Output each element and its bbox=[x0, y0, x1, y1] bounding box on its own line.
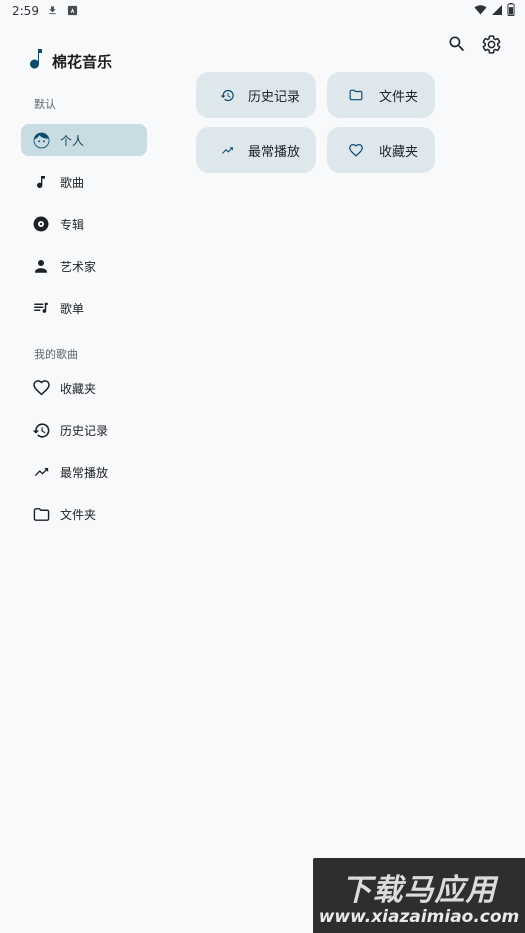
quick-card-label: 收藏夹 bbox=[379, 144, 419, 160]
wifi-icon bbox=[474, 4, 487, 19]
history-icon bbox=[218, 86, 236, 104]
app-title: 棉花音乐 bbox=[52, 52, 113, 71]
status-bar: 2:59 bbox=[0, 0, 525, 22]
quick-card-label: 历史记录 bbox=[248, 89, 301, 105]
quick-card-history[interactable]: 历史记录 bbox=[196, 72, 316, 118]
sidebar-item-label: 歌单 bbox=[60, 301, 85, 316]
heart-icon bbox=[347, 141, 365, 159]
section-label-my-songs: 我的歌曲 bbox=[34, 348, 78, 361]
playlist-icon bbox=[30, 297, 52, 319]
quick-card-folders[interactable]: 文件夹 bbox=[327, 72, 435, 118]
signal-icon bbox=[491, 4, 503, 19]
sidebar-item-label: 收藏夹 bbox=[60, 381, 97, 396]
sidebar-item-label: 专辑 bbox=[60, 217, 85, 232]
heart-icon bbox=[30, 377, 52, 399]
watermark-url: www.xiazaimiao.com bbox=[318, 906, 520, 927]
sidebar-item-most-played[interactable]: 最常播放 bbox=[21, 456, 147, 488]
folder-icon bbox=[30, 503, 52, 525]
music-note-icon bbox=[30, 171, 52, 193]
sidebar-item-history[interactable]: 历史记录 bbox=[21, 414, 147, 446]
history-icon bbox=[30, 419, 52, 441]
music-note-logo-icon bbox=[30, 48, 44, 74]
settings-gear-icon[interactable] bbox=[479, 32, 503, 56]
app-header: 棉花音乐 bbox=[30, 48, 112, 74]
quick-card-label: 文件夹 bbox=[379, 89, 419, 105]
sidebar-item-label: 历史记录 bbox=[60, 423, 109, 438]
status-time: 2:59 bbox=[12, 4, 39, 18]
sidebar-item-label: 艺术家 bbox=[60, 259, 97, 274]
quick-card-most-played[interactable]: 最常播放 bbox=[196, 127, 316, 173]
battery-icon bbox=[507, 3, 515, 19]
download-icon bbox=[46, 4, 58, 16]
watermark: 下载马应用 www.xiazaimiao.com bbox=[313, 858, 525, 933]
person-icon bbox=[30, 255, 52, 277]
trending-up-icon bbox=[218, 141, 236, 159]
album-icon bbox=[30, 213, 52, 235]
sidebar-item-folders[interactable]: 文件夹 bbox=[21, 498, 147, 530]
sidebar-item-favorites[interactable]: 收藏夹 bbox=[21, 372, 147, 404]
notification-icon bbox=[66, 4, 78, 16]
sidebar-item-playlists[interactable]: 歌单 bbox=[21, 292, 147, 324]
watermark-title: 下载马应用 bbox=[341, 872, 497, 908]
sidebar-item-artists[interactable]: 艺术家 bbox=[21, 250, 147, 282]
sidebar-item-label: 文件夹 bbox=[60, 507, 97, 522]
quick-card-label: 最常播放 bbox=[248, 144, 301, 160]
face-icon bbox=[30, 129, 52, 151]
search-icon[interactable] bbox=[445, 32, 469, 56]
sidebar-item-label: 歌曲 bbox=[60, 175, 85, 190]
sidebar-item-personal[interactable]: 个人 bbox=[21, 124, 147, 156]
section-label-default: 默认 bbox=[34, 98, 56, 111]
folder-icon bbox=[347, 86, 365, 104]
quick-card-favorites[interactable]: 收藏夹 bbox=[327, 127, 435, 173]
sidebar-item-songs[interactable]: 歌曲 bbox=[21, 166, 147, 198]
sidebar-item-label: 个人 bbox=[60, 133, 85, 148]
sidebar-item-label: 最常播放 bbox=[60, 465, 109, 480]
top-actions bbox=[445, 32, 503, 56]
sidebar-item-albums[interactable]: 专辑 bbox=[21, 208, 147, 240]
trending-up-icon bbox=[30, 461, 52, 483]
